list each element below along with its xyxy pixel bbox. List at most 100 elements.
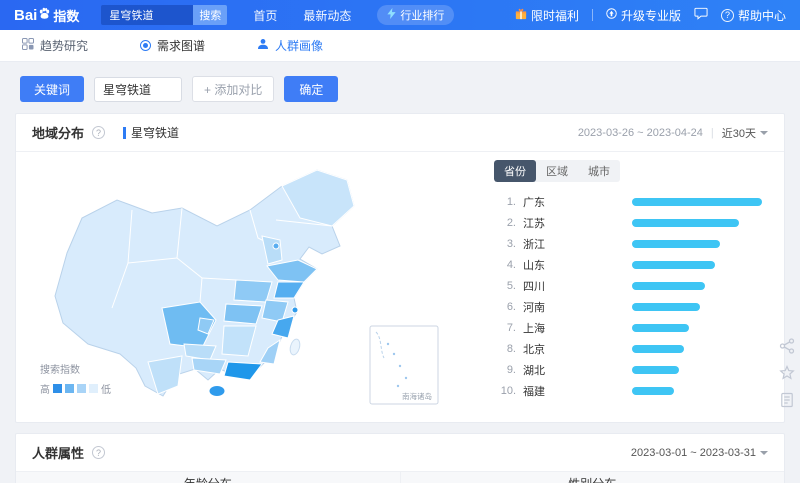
keyword-label-button[interactable]: 关键词	[20, 76, 85, 102]
rank-bar-track	[632, 302, 762, 311]
province-name[interactable]: 山东	[523, 257, 605, 273]
province-name[interactable]: 浙江	[523, 236, 605, 252]
province-henan[interactable]	[233, 279, 273, 303]
rank-bar-track	[632, 197, 762, 206]
province-hainan[interactable]	[208, 385, 226, 397]
tab-audience-profile[interactable]: 人群画像	[257, 37, 323, 54]
rank-row: 1. 广东	[494, 191, 768, 212]
help-center-link[interactable]: 帮助中心	[720, 7, 786, 24]
query-bar: 关键词 + 添加对比 确定	[20, 75, 800, 103]
rank-row: 10. 福建	[494, 380, 768, 401]
province-name[interactable]: 北京	[523, 341, 605, 357]
industry-ranking-badge[interactable]: 行业排行	[377, 5, 455, 25]
rank-bar-track	[632, 323, 762, 332]
bolt-icon	[387, 8, 397, 22]
geo-tab-province[interactable]: 省份	[494, 160, 536, 182]
rank-bar	[632, 386, 674, 395]
range-selector-dropdown[interactable]: 近30天	[722, 125, 768, 141]
province-shanghai[interactable]	[291, 306, 299, 314]
region-distribution-card: 地域分布 星穹铁道 2023-03-26 ~ 2023-04-24 | 近30天	[15, 113, 785, 423]
baidu-index-logo[interactable]: Bai 指数	[14, 6, 79, 25]
province-name[interactable]: 江苏	[523, 215, 605, 231]
chat-icon[interactable]	[694, 7, 708, 23]
navbar-right: 限时福利 升级专业版 帮助中心	[515, 7, 786, 24]
region-body: 南海诸岛 搜索指数 高 低 省份 区域 城市 1. 广东 2. 江苏 3. 浙江…	[16, 152, 784, 422]
nav-link-news[interactable]: 最新动态	[303, 7, 351, 24]
scale-swatch	[77, 384, 86, 393]
keyword-input[interactable]	[94, 76, 183, 102]
series-legend: 星穹铁道	[123, 124, 179, 141]
rank-bar-track	[632, 386, 762, 395]
region-title: 地域分布	[32, 126, 85, 141]
gender-distribution-section: 性别分布 星穹铁道 全网分布 TGI	[399, 472, 784, 483]
upgrade-pro-link[interactable]: 升级专业版	[606, 7, 681, 24]
geo-tab-region[interactable]: 区域	[536, 160, 578, 182]
tab-demand-map[interactable]: 需求图谱	[140, 37, 205, 54]
rank-row: 6. 河南	[494, 296, 768, 317]
province-hubei[interactable]	[223, 303, 263, 325]
scale-swatch	[65, 384, 74, 393]
age-distribution-section: 年龄分布 星穹铁道 全网分布 TGI	[16, 472, 400, 483]
demographics-title: 人群属性	[32, 446, 85, 461]
search-button[interactable]: 搜索	[193, 5, 228, 25]
rank-bar-track	[632, 260, 762, 269]
map-legend: 搜索指数 高 低	[40, 361, 111, 396]
rank-bar	[632, 302, 700, 311]
divider: |	[710, 126, 714, 139]
scale-swatch	[53, 384, 62, 393]
geo-tab-city[interactable]: 城市	[578, 160, 620, 182]
question-icon[interactable]	[92, 446, 106, 459]
province-guangxi[interactable]	[191, 357, 227, 375]
caret-down-icon	[760, 450, 768, 455]
demographics-card-header: 人群属性 2023-03-01 ~ 2023-03-31	[16, 434, 784, 471]
south-china-sea-inset: 南海诸岛	[369, 325, 439, 405]
province-name[interactable]: 河南	[523, 299, 605, 315]
rank-row: 9. 湖北	[494, 359, 768, 380]
grid-icon	[22, 38, 34, 53]
question-icon[interactable]	[92, 126, 106, 139]
share-icon[interactable]	[779, 338, 795, 354]
rank-bar	[632, 323, 690, 332]
province-taiwan[interactable]	[289, 338, 302, 356]
rank-bar-track	[632, 344, 762, 353]
province-jiangsu[interactable]	[273, 281, 305, 299]
document-icon[interactable]	[779, 392, 795, 408]
rank-bar-track	[632, 239, 762, 248]
person-icon	[257, 38, 269, 53]
floating-side-toolbar	[779, 338, 795, 408]
province-name[interactable]: 福建	[523, 383, 605, 399]
geo-level-tabs: 省份 区域 城市	[494, 160, 620, 182]
rank-bar	[632, 365, 679, 374]
legend-high-label: 高	[40, 385, 50, 396]
nav-link-home[interactable]: 首页	[253, 7, 277, 24]
province-guangdong[interactable]	[223, 361, 263, 381]
help-icon	[720, 8, 734, 22]
province-name[interactable]: 上海	[523, 320, 605, 336]
promo-link[interactable]: 限时福利	[515, 7, 579, 24]
rocket-icon	[606, 8, 617, 22]
rank-bar	[632, 281, 705, 290]
logo-suffix: 指数	[53, 8, 80, 24]
gift-icon	[515, 8, 527, 23]
province-beijing[interactable]	[272, 242, 280, 250]
confirm-button[interactable]: 确定	[284, 76, 339, 102]
search-input[interactable]	[101, 5, 194, 25]
rank-row: 5. 四川	[494, 275, 768, 296]
map-legend-scale: 高 低	[40, 381, 111, 396]
region-header-right: 2023-03-26 ~ 2023-04-24 | 近30天	[578, 125, 768, 141]
add-compare-button[interactable]: + 添加对比	[192, 76, 275, 102]
rank-bar	[632, 260, 716, 269]
tab-trend-research[interactable]: 趋势研究	[22, 37, 88, 54]
date-range-text: 2023-03-26 ~ 2023-04-24	[577, 126, 703, 139]
region-card-header: 地域分布 星穹铁道 2023-03-26 ~ 2023-04-24 | 近30天	[16, 114, 784, 151]
demographics-date-dropdown[interactable]: 2023-03-01 ~ 2023-03-31	[631, 447, 768, 459]
rank-bar	[632, 218, 739, 227]
star-icon[interactable]	[779, 365, 795, 381]
rank-bar	[632, 344, 684, 353]
rank-row: 3. 浙江	[494, 233, 768, 254]
province-name[interactable]: 广东	[523, 194, 605, 210]
rank-bar-track	[632, 365, 762, 374]
rank-row: 7. 上海	[494, 317, 768, 338]
province-name[interactable]: 四川	[523, 278, 605, 294]
province-name[interactable]: 湖北	[523, 362, 605, 378]
